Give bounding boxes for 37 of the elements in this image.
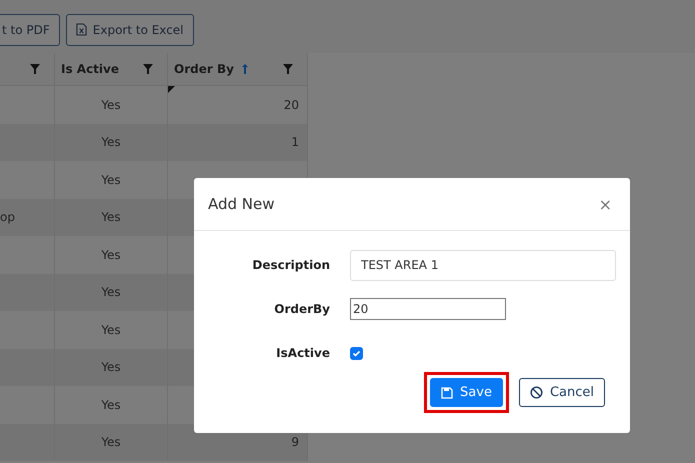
filter-icon[interactable] [143,64,153,74]
checkbox[interactable] [350,346,363,360]
filter-icon[interactable] [283,64,293,74]
table-cell: 20 [284,98,299,112]
column-title: Is Active [61,62,119,76]
table-cell: Yes [101,360,121,374]
field-label: Description [251,258,330,272]
table-cell: 1 [291,135,299,150]
check-icon [352,348,361,358]
input-field[interactable]: 20 [350,298,506,320]
filter-icon[interactable] [30,64,40,74]
save-button[interactable]: Save [430,378,503,407]
field-label: IsActive [275,346,330,360]
table-cell: Yes [101,135,121,150]
table-cell: Yes [101,210,121,224]
table-cell: 9 [291,435,299,450]
table-cell: Yes [101,248,121,262]
table-cell: op [0,210,15,224]
column-header[interactable]: Is Active [55,53,168,85]
table-cell: Yes [101,172,121,187]
dialog-title: Add New [208,195,275,213]
cancel-icon [530,386,543,399]
table-cell: Yes [101,322,121,337]
table-cell: Yes [101,435,121,450]
table-cell: Yes [101,285,121,300]
export-button[interactable]: t to PDF [0,14,60,46]
cancel-button[interactable]: Cancel [518,378,605,407]
column-header[interactable]: Order By [168,53,308,85]
table-cell: Yes [101,398,121,412]
sort-arrow-icon[interactable] [242,64,248,74]
field-label: OrderBy [273,302,330,316]
column-title: Order By [174,62,234,76]
input-field[interactable]: TEST AREA 1 [350,250,616,280]
export-button[interactable]: Export to Excel [66,14,194,46]
spreadsheet-icon [76,23,87,36]
table-cell: Yes [101,98,121,112]
close-button[interactable]: × [594,194,616,214]
